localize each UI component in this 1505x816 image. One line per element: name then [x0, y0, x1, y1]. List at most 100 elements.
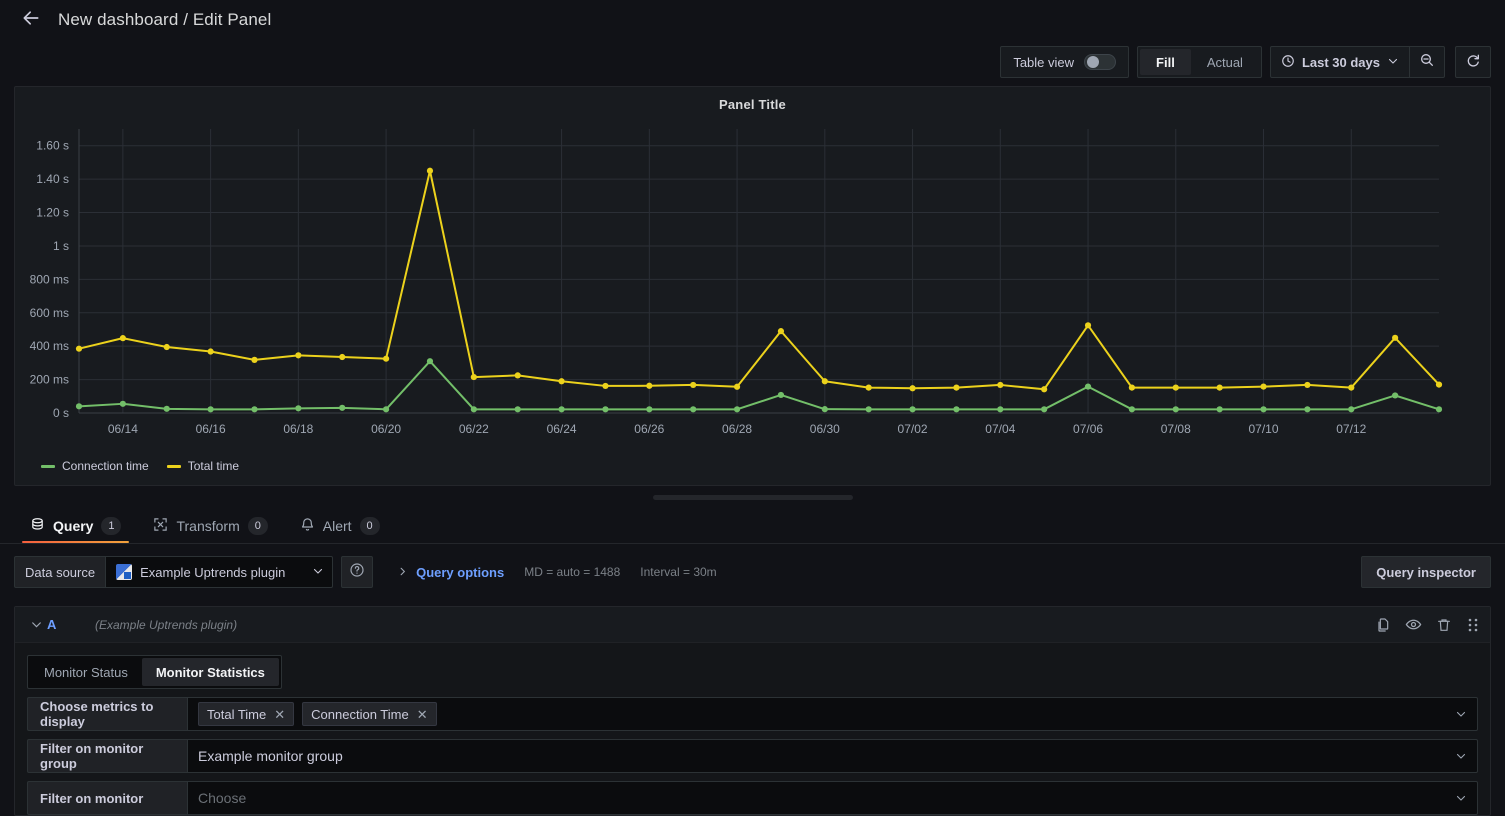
query-row-actions: [1375, 616, 1480, 633]
arrow-left-icon: [21, 8, 41, 33]
metrics-multiselect[interactable]: Total Time ✕ Connection Time ✕: [187, 697, 1478, 731]
chevron-down-icon: [312, 565, 324, 580]
legend-label: Total time: [187, 459, 240, 473]
tab-label: Query: [53, 517, 94, 534]
legend-label: Connection time: [62, 459, 149, 473]
legend-item-total-time[interactable]: Total time: [166, 459, 240, 473]
panel-resize-zone: [0, 486, 1505, 508]
monitor-statistics-tab[interactable]: Monitor Statistics: [141, 658, 279, 686]
panel-resize-handle[interactable]: [652, 494, 853, 500]
legend-swatch: [166, 464, 181, 468]
refresh-button[interactable]: [1456, 47, 1490, 77]
remove-query-icon[interactable]: [1436, 617, 1452, 633]
refresh-control[interactable]: [1455, 46, 1491, 78]
tab-query[interactable]: Query 1: [14, 508, 137, 543]
svg-text:06/28: 06/28: [722, 422, 752, 436]
chevron-down-icon[interactable]: [1455, 750, 1467, 762]
monitor-select[interactable]: Choose: [187, 781, 1478, 815]
back-button[interactable]: [14, 3, 48, 37]
refresh-icon: [1465, 52, 1481, 73]
bell-icon: [300, 517, 315, 535]
drag-handle-icon[interactable]: [1466, 617, 1480, 633]
top-bar: New dashboard / Edit Panel: [0, 0, 1505, 40]
svg-text:06/14: 06/14: [108, 422, 138, 436]
svg-text:07/12: 07/12: [1336, 422, 1366, 436]
table-view-toggle[interactable]: [1084, 54, 1117, 70]
fill-button[interactable]: Fill: [1140, 49, 1191, 75]
actual-button[interactable]: Actual: [1191, 49, 1259, 75]
svg-text:1.60 s: 1.60 s: [36, 139, 69, 153]
monitor-status-tab[interactable]: Monitor Status: [30, 658, 142, 686]
chart-svg: 0 s 200 ms 400 ms 600 ms 800 ms 1 s 1.20 s 1.40…: [30, 129, 1443, 436]
svg-text:0 s: 0 s: [53, 406, 69, 420]
metric-chip-connection-time[interactable]: Connection Time ✕: [302, 702, 437, 726]
query-ref-id[interactable]: A: [47, 617, 95, 632]
tab-label: Alert: [322, 517, 352, 534]
metric-chip-total-time[interactable]: Total Time ✕: [198, 702, 295, 726]
panel-toolbar: Table view Fill Actual Last 30 days: [0, 40, 1505, 84]
chevron-down-icon[interactable]: [1455, 708, 1467, 720]
table-view-control[interactable]: Table view: [1000, 46, 1130, 78]
svg-text:06/26: 06/26: [634, 422, 664, 436]
query-mode-segmented-control: Monitor Status Monitor Statistics: [27, 655, 282, 689]
select-value: Example monitor group: [198, 748, 343, 764]
chip-label: Connection Time: [311, 706, 409, 722]
panel-title: Panel Title: [719, 97, 786, 112]
legend-item-connection-time[interactable]: Connection time: [41, 459, 149, 473]
time-range-picker[interactable]: Last 30 days: [1271, 47, 1409, 77]
select-placeholder: Choose: [198, 790, 247, 806]
zoom-out-button[interactable]: [1410, 47, 1444, 77]
field-filter-monitor-group: Filter on monitor group Example monitor …: [27, 739, 1478, 773]
time-series-chart[interactable]: 0 s 200 ms 400 ms 600 ms 800 ms 1 s 1.20 s 1.40…: [15, 117, 1460, 485]
time-range-control: Last 30 days: [1269, 46, 1445, 78]
toggle-knob: [1087, 56, 1100, 68]
svg-text:06/22: 06/22: [459, 422, 489, 436]
data-source-help-button[interactable]: [341, 556, 374, 588]
field-label: Choose metrics to display: [27, 697, 187, 731]
table-view-label: Table view: [1013, 54, 1075, 70]
clock-icon: [1281, 54, 1295, 71]
editor-tabs: Query 1 Transform 0 Alert 0: [0, 508, 1505, 544]
zoom-out-icon: [1419, 52, 1435, 73]
close-icon[interactable]: ✕: [417, 708, 428, 721]
svg-text:07/10: 07/10: [1249, 422, 1279, 436]
data-source-picker[interactable]: Example Uptrends plugin: [105, 556, 334, 588]
help-circle-icon: [349, 562, 365, 583]
chart-legend: Connection time Total time: [41, 459, 239, 473]
transform-icon: [153, 517, 168, 535]
tab-transform[interactable]: Transform 0: [137, 508, 283, 543]
svg-text:07/02: 07/02: [898, 422, 928, 436]
query-bar: Data source Example Uptrends plugin Quer…: [0, 544, 1505, 588]
data-source-label: Data source: [14, 556, 106, 588]
svg-text:06/24: 06/24: [547, 422, 577, 436]
svg-text:600 ms: 600 ms: [30, 306, 69, 320]
visualization-panel: Panel Title 0 s 200 ms 400 ms 600 ms 800 ms 1…: [14, 86, 1491, 486]
breadcrumb[interactable]: New dashboard / Edit Panel: [58, 10, 271, 30]
svg-text:06/16: 06/16: [196, 422, 226, 436]
tab-alert[interactable]: Alert 0: [284, 508, 396, 543]
tab-badge: 0: [247, 516, 268, 535]
collapse-query-button[interactable]: [25, 618, 47, 631]
tab-badge: 1: [101, 516, 122, 535]
svg-text:1 s: 1 s: [53, 239, 69, 253]
svg-text:07/06: 07/06: [1073, 422, 1103, 436]
svg-text:800 ms: 800 ms: [30, 272, 69, 286]
duplicate-query-icon[interactable]: [1375, 617, 1391, 633]
svg-text:06/30: 06/30: [810, 422, 840, 436]
close-icon[interactable]: ✕: [274, 708, 285, 721]
chevron-down-icon: [1387, 55, 1399, 70]
query-data-source-note: (Example Uptrends plugin): [95, 617, 238, 632]
query-inspector-button[interactable]: Query inspector: [1361, 556, 1491, 588]
svg-text:200 ms: 200 ms: [30, 373, 69, 387]
field-label: Filter on monitor group: [27, 739, 187, 773]
max-data-points-text: MD = auto = 1488: [524, 565, 621, 579]
query-options-toggle[interactable]: Query options MD = auto = 1488 Interval …: [397, 565, 717, 580]
toggle-visibility-icon[interactable]: [1405, 616, 1422, 633]
tab-label: Transform: [176, 517, 240, 534]
data-source-value: Example Uptrends plugin: [140, 564, 286, 580]
time-range-label: Last 30 days: [1301, 54, 1380, 70]
monitor-group-select[interactable]: Example monitor group: [187, 739, 1478, 773]
legend-swatch: [41, 464, 55, 468]
field-filter-monitor: Filter on monitor Choose: [27, 781, 1478, 815]
chevron-down-icon[interactable]: [1455, 792, 1467, 804]
